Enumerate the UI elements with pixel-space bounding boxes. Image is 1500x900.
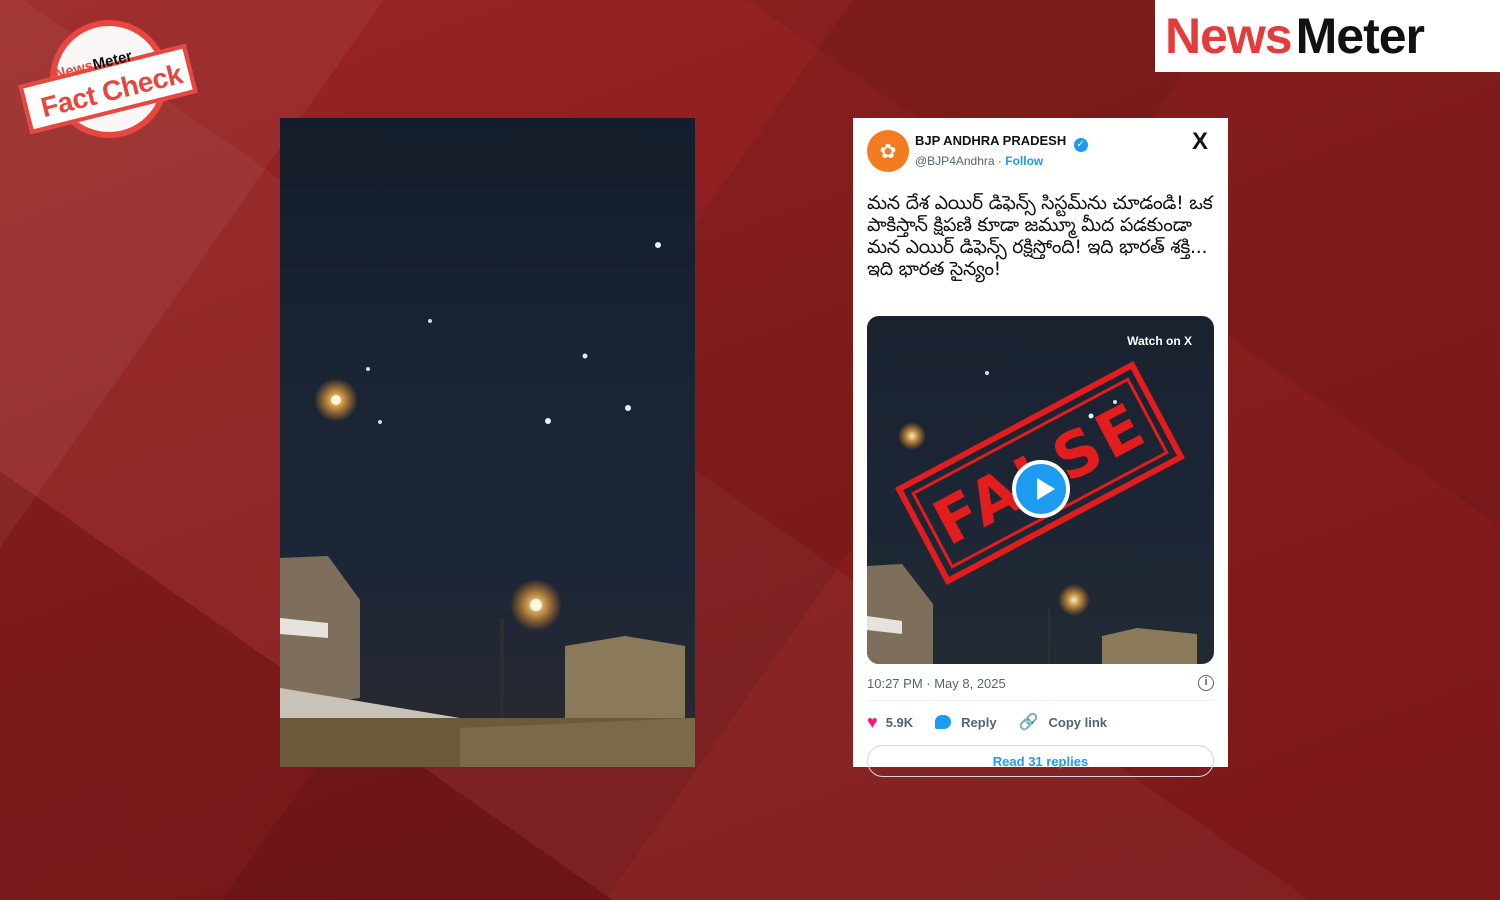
video-still bbox=[280, 118, 695, 767]
tweet-video[interactable]: Watch on X FALSE bbox=[867, 316, 1214, 664]
street-light bbox=[530, 599, 542, 611]
read-replies-button[interactable]: Read 31 replies bbox=[867, 745, 1214, 777]
logo-meter-text: Meter bbox=[1295, 8, 1425, 64]
building-right bbox=[1102, 628, 1197, 664]
account-info: BJP ANDHRA PRADESH ✓ @BJP4Andhra · Follo… bbox=[915, 130, 1186, 170]
link-icon: 🔗 bbox=[1018, 714, 1039, 731]
tweet-actions: ♥ 5.9K Reply 🔗 Copy link bbox=[867, 707, 1214, 737]
light-point bbox=[545, 418, 551, 424]
light-point bbox=[582, 353, 588, 359]
flare-core bbox=[331, 395, 341, 405]
copy-link-label: Copy link bbox=[1048, 714, 1107, 730]
logo-news-text: News bbox=[1165, 8, 1293, 64]
tweet-text: మన దేశ ఎయిర్ డిఫెన్స్ సిస్టమ్‌ను చూడండి!… bbox=[867, 192, 1213, 280]
reply-label: Reply bbox=[961, 714, 997, 730]
separator: · bbox=[994, 154, 1006, 168]
avatar[interactable]: ✿ bbox=[867, 130, 909, 172]
fact-check-stamp: NewsMeter Fact Check bbox=[18, 20, 198, 152]
info-icon[interactable]: i bbox=[1198, 675, 1214, 691]
light-point bbox=[985, 371, 989, 375]
night-sky-scene bbox=[280, 242, 695, 767]
street-light-glow bbox=[1058, 584, 1090, 616]
tweet-header: ✿ BJP ANDHRA PRADESH ✓ @BJP4Andhra · Fol… bbox=[867, 130, 1214, 180]
light-point bbox=[378, 420, 382, 424]
divider bbox=[867, 700, 1214, 701]
flare-glow bbox=[898, 422, 926, 450]
newsmeter-logo[interactable]: News Meter bbox=[1155, 0, 1500, 72]
account-handle[interactable]: @BJP4Andhra bbox=[915, 154, 995, 168]
like-count: 5.9K bbox=[885, 714, 914, 730]
x-logo-icon[interactable]: X bbox=[1186, 130, 1214, 154]
follow-button[interactable]: Follow bbox=[1005, 154, 1043, 168]
light-point bbox=[625, 405, 631, 411]
building-right bbox=[565, 636, 685, 718]
copy-link-button[interactable]: 🔗 Copy link bbox=[1019, 712, 1107, 732]
verified-badge-icon: ✓ bbox=[1073, 138, 1088, 152]
timestamp[interactable]: 10:27 PM · May 8, 2025 bbox=[867, 676, 1006, 691]
reply-button[interactable]: Reply bbox=[935, 714, 997, 730]
light-point bbox=[428, 319, 432, 323]
light-point bbox=[655, 242, 661, 248]
building-left bbox=[867, 564, 933, 664]
heart-icon: ♥ bbox=[867, 711, 878, 732]
tweet-meta: 10:27 PM · May 8, 2025 i bbox=[867, 672, 1214, 694]
reply-bubble-icon bbox=[935, 715, 952, 729]
play-icon[interactable] bbox=[1012, 460, 1070, 518]
light-point bbox=[366, 367, 370, 371]
like-button[interactable]: ♥ 5.9K bbox=[867, 712, 913, 733]
account-name[interactable]: BJP ANDHRA PRADESH bbox=[915, 133, 1066, 148]
watch-on-x-link[interactable]: Watch on X bbox=[1127, 334, 1192, 348]
tweet-card[interactable]: ✿ BJP ANDHRA PRADESH ✓ @BJP4Andhra · Fol… bbox=[853, 118, 1228, 777]
lotus-icon: ✿ bbox=[879, 140, 897, 163]
